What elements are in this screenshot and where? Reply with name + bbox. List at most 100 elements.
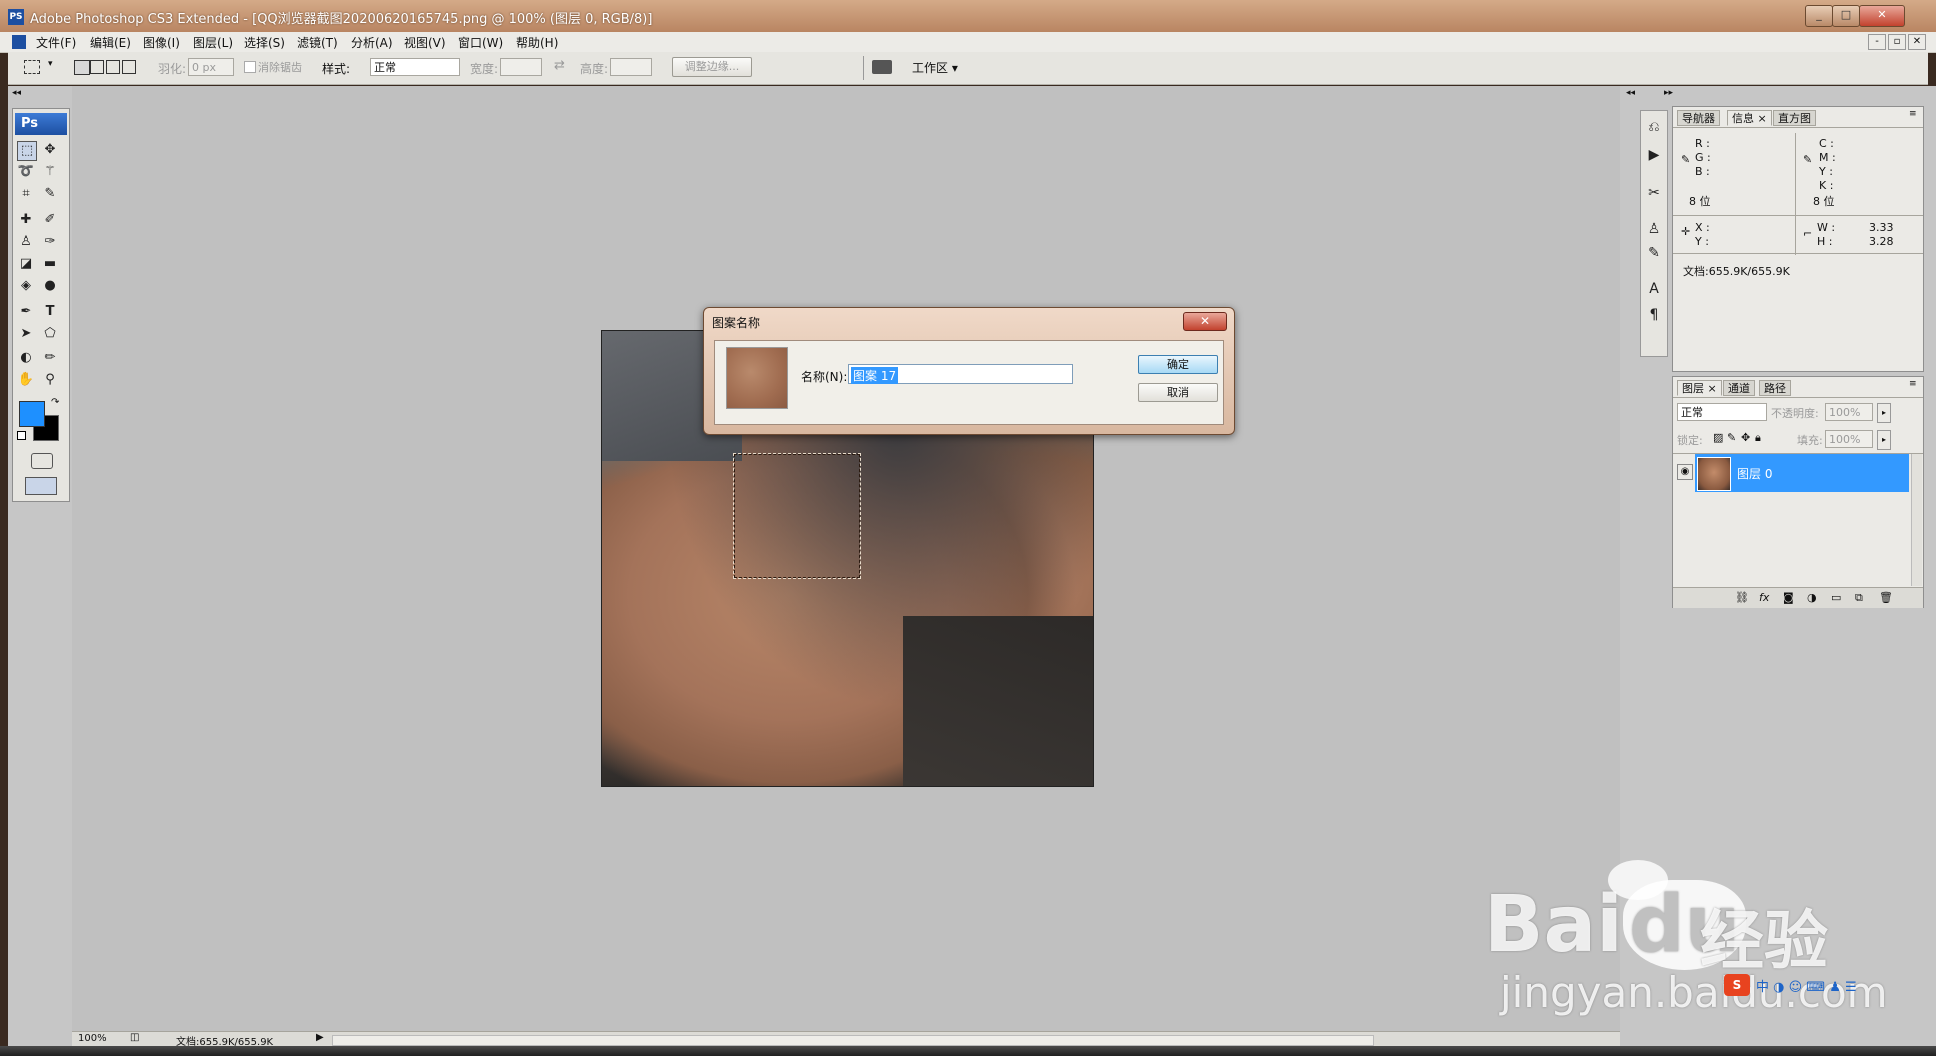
swap-colors-icon[interactable]: ↷ (51, 397, 59, 408)
height-input[interactable] (610, 58, 652, 76)
brushes-panel-icon[interactable]: ✎ (1644, 243, 1664, 263)
menu-filter[interactable]: 滤镜(T) (297, 34, 338, 51)
tab-paths[interactable]: 路径 (1759, 380, 1791, 396)
3d-rotate-tool-icon[interactable]: ◐ (17, 349, 35, 367)
menu-edit[interactable]: 编辑(E) (90, 34, 131, 51)
fill-input[interactable]: 100% (1825, 430, 1873, 448)
blur-tool-icon[interactable]: ◈ (17, 277, 35, 295)
link-layers-icon[interactable]: ⛓ (1735, 591, 1749, 604)
path-selection-tool-icon[interactable]: ➤ (17, 325, 35, 343)
selection-marquee[interactable] (733, 453, 861, 579)
pattern-name-input[interactable]: 图案 17 (848, 364, 1073, 384)
rgb-eyedropper-icon[interactable]: ✎ (1681, 153, 1690, 166)
delete-layer-icon[interactable]: 🗑︎ (1879, 591, 1893, 604)
menu-image[interactable]: 图像(I) (143, 34, 180, 51)
gradient-tool-icon[interactable]: ▬ (41, 255, 59, 273)
pen-tool-icon[interactable]: ✒ (17, 303, 35, 321)
layer-mask-icon[interactable]: ◙ (1783, 591, 1794, 604)
menu-help[interactable]: 帮助(H) (516, 34, 558, 51)
dialog-close-button[interactable]: ✕ (1183, 312, 1227, 331)
menu-layer[interactable]: 图层(L) (193, 34, 233, 51)
new-layer-icon[interactable]: ⧉ (1855, 591, 1863, 605)
marquee-tool-icon[interactable]: ⬚ (17, 141, 37, 161)
ok-button[interactable]: 确定 (1138, 355, 1218, 374)
minimize-button[interactable]: _ (1805, 5, 1833, 27)
feather-input[interactable]: 0 px (188, 58, 234, 76)
quick-mask-icon[interactable] (31, 453, 53, 469)
lock-all-icon[interactable]: 🔒︎ (1755, 431, 1761, 445)
crop-tool-icon[interactable]: ⌗ (17, 185, 35, 203)
magic-wand-tool-icon[interactable]: ⚚ (41, 163, 59, 181)
clone-source-icon[interactable]: ♙ (1644, 219, 1664, 239)
preset-dropdown-arrow-icon[interactable]: ▾ (48, 59, 53, 69)
doc-minimize-button[interactable]: - (1868, 34, 1886, 50)
foreground-color-swatch[interactable] (19, 401, 45, 427)
expand-dock-icon[interactable]: ◂◂ (1626, 88, 1635, 98)
history-brush-tool-icon[interactable]: ✑ (41, 233, 59, 251)
zoom-level[interactable]: 100% (78, 1033, 107, 1044)
tab-channels[interactable]: 通道 (1723, 380, 1755, 396)
move-tool-icon[interactable]: ✥ (41, 141, 59, 159)
cancel-button[interactable]: 取消 (1138, 383, 1218, 402)
collapse-panels-icon[interactable]: ▸▸ (1664, 88, 1673, 98)
width-input[interactable] (500, 58, 542, 76)
add-selection-icon[interactable] (90, 60, 104, 74)
rect-marquee-preset-icon[interactable] (24, 60, 40, 74)
ime-toolbar-icons[interactable]: 中 ◑ ☺ ⌨ ♟ ☰ (1756, 976, 1857, 995)
shape-tool-icon[interactable]: ⬠ (41, 325, 59, 343)
status-options-icon[interactable]: ◫ (130, 1032, 139, 1043)
antialias-checkbox[interactable] (244, 61, 256, 73)
horizontal-scrollbar[interactable] (332, 1035, 1374, 1046)
tab-layers[interactable]: 图层 × (1677, 380, 1722, 396)
eraser-tool-icon[interactable]: ◪ (17, 255, 35, 273)
opacity-input[interactable]: 100% (1825, 403, 1873, 421)
brush-tool-icon[interactable]: ✐ (41, 211, 59, 229)
paragraph-panel-icon[interactable]: ¶ (1644, 305, 1664, 325)
menu-analysis[interactable]: 分析(A) (351, 34, 393, 51)
layer-name[interactable]: 图层 0 (1737, 465, 1772, 482)
type-tool-icon[interactable]: T (41, 303, 59, 321)
intersect-selection-icon[interactable] (122, 60, 136, 74)
history-panel-icon[interactable]: ⎌ (1644, 117, 1664, 137)
hand-tool-icon[interactable]: ✋ (17, 371, 35, 389)
menu-file[interactable]: 文件(F) (36, 34, 76, 51)
layers-scrollbar[interactable] (1911, 454, 1922, 586)
refine-edge-button[interactable]: 调整边缘... (672, 57, 752, 77)
slice-tool-icon[interactable]: ✎ (41, 185, 59, 203)
default-colors-icon[interactable] (17, 431, 26, 440)
style-select[interactable]: 正常 (370, 58, 460, 76)
adjustment-layer-icon[interactable]: ◑ (1807, 591, 1817, 604)
doc-restore-button[interactable]: ▫ (1888, 34, 1906, 50)
status-menu-arrow-icon[interactable]: ▶ (316, 1032, 324, 1043)
layer-row[interactable]: 图层 0 (1695, 454, 1909, 492)
file-browser-icon[interactable] (872, 60, 892, 74)
swap-dimensions-icon[interactable]: ⇄ (554, 58, 565, 73)
fill-arrow-icon[interactable]: ▸ (1877, 430, 1891, 450)
tab-navigator[interactable]: 导航器 (1677, 110, 1720, 126)
tab-info[interactable]: 信息 × (1727, 110, 1772, 126)
menu-view[interactable]: 视图(V) (404, 34, 446, 51)
new-group-icon[interactable]: ▭ (1831, 591, 1841, 604)
lasso-tool-icon[interactable]: ➰ (17, 163, 35, 181)
menu-select[interactable]: 选择(S) (244, 34, 285, 51)
eyedropper-tool-icon[interactable]: ✏ (41, 349, 59, 367)
character-panel-icon[interactable]: A (1644, 279, 1664, 299)
layer-style-icon[interactable]: fx (1759, 591, 1769, 604)
close-button[interactable]: ✕ (1859, 5, 1905, 27)
eye-visibility-icon[interactable]: ◉ (1677, 464, 1693, 480)
zoom-tool-icon[interactable]: ⚲ (41, 371, 59, 389)
clone-stamp-tool-icon[interactable]: ♙ (17, 233, 35, 251)
new-selection-icon[interactable] (74, 60, 90, 75)
tool-presets-icon[interactable]: ✂ (1644, 183, 1664, 203)
doc-close-button[interactable]: ✕ (1908, 34, 1926, 50)
screen-mode-icon[interactable] (25, 477, 57, 495)
lock-image-icon[interactable]: ✎ (1727, 431, 1736, 444)
lock-position-icon[interactable]: ✥ (1741, 431, 1750, 444)
dodge-tool-icon[interactable]: ● (41, 277, 59, 295)
healing-brush-tool-icon[interactable]: ✚ (17, 211, 35, 229)
lock-transparency-icon[interactable]: ▨ (1713, 431, 1723, 444)
menu-window[interactable]: 窗口(W) (458, 34, 503, 51)
workspace-menu[interactable]: 工作区 ▾ (912, 59, 958, 76)
actions-panel-icon[interactable]: ▶ (1644, 145, 1664, 165)
opacity-arrow-icon[interactable]: ▸ (1877, 403, 1891, 423)
